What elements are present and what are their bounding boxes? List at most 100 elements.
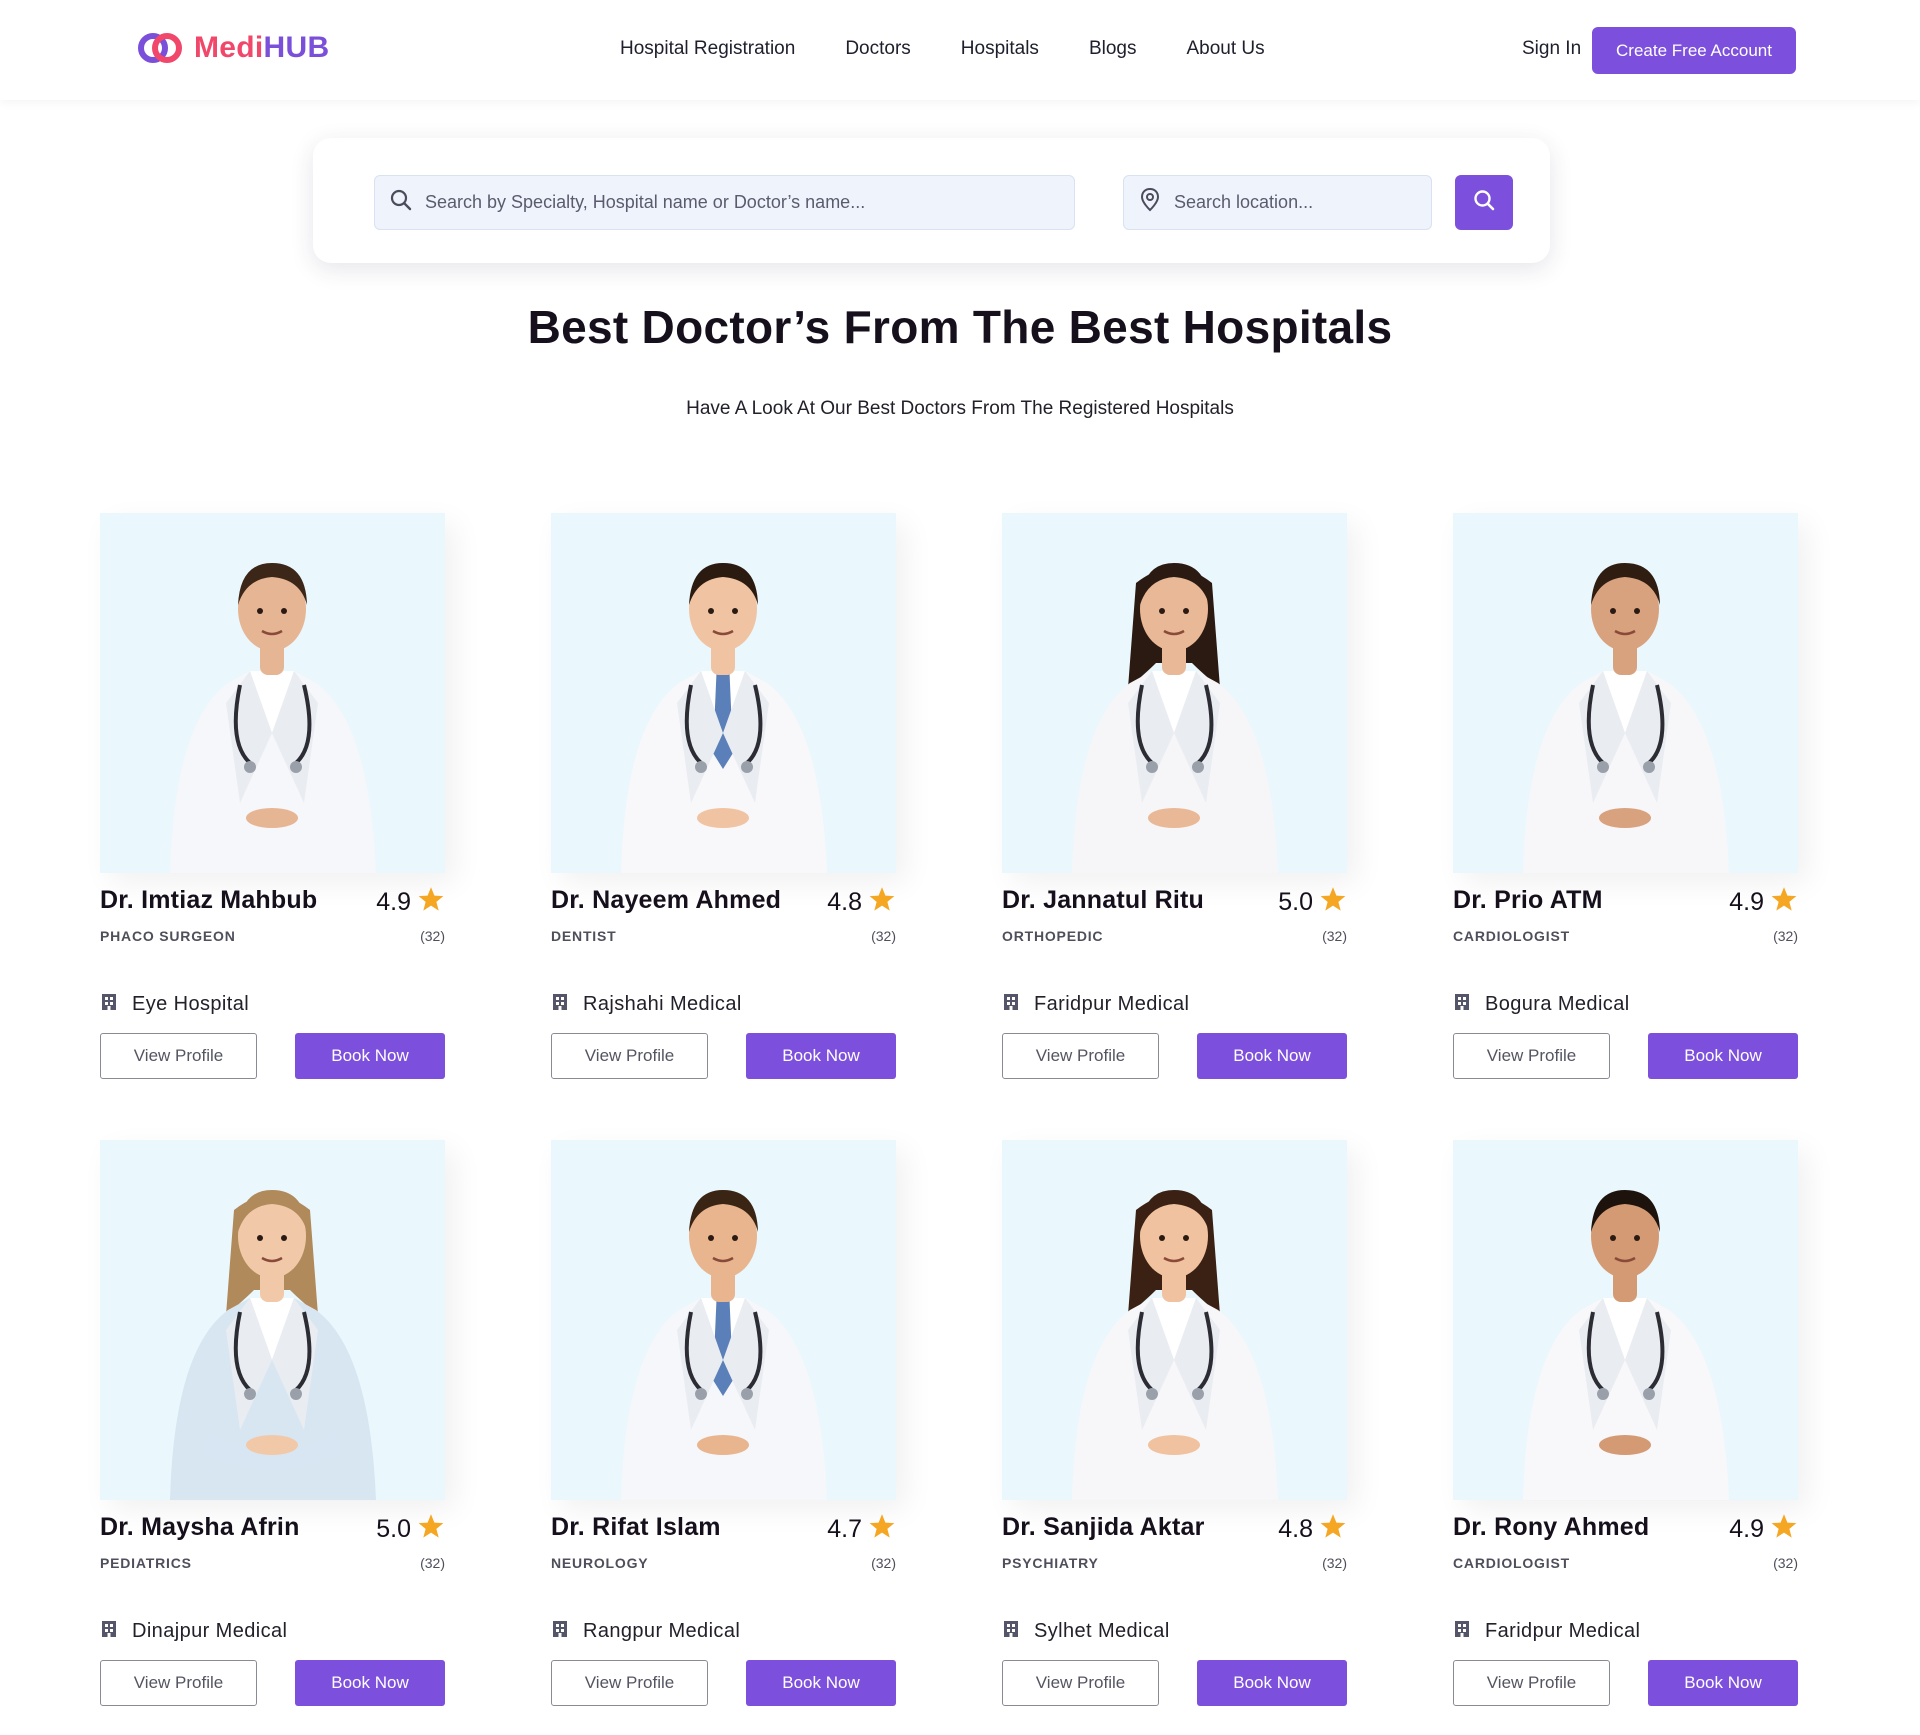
doctor-photo [551, 1140, 896, 1500]
nav-hospital-registration[interactable]: Hospital Registration [620, 38, 795, 60]
doctor-rating: 4.7 [827, 1513, 896, 1545]
doctor-specialty: Phaco Surgeon [100, 928, 236, 944]
hospital-name: Rajshahi Medical [583, 993, 742, 1015]
star-icon [417, 1513, 445, 1545]
doctor-name: Dr. Rony Ahmed [1453, 1513, 1650, 1541]
specialty-search-input[interactable]: Search by Specialty, Hospital name or Do… [374, 175, 1075, 230]
view-profile-button[interactable]: View Profile [1453, 1660, 1610, 1706]
doctor-specialty: Neurology [551, 1555, 649, 1571]
rating-value: 4.8 [827, 887, 862, 916]
nav-about-us[interactable]: About Us [1186, 38, 1264, 60]
doctor-hospital: Rajshahi Medical [551, 993, 742, 1016]
hospital-name: Rangpur Medical [583, 1620, 741, 1642]
doctor-specialty: Psychiatry [1002, 1555, 1099, 1571]
book-now-button[interactable]: Book Now [1648, 1033, 1798, 1079]
doctor-name: Dr. Jannatul Ritu [1002, 886, 1205, 914]
hospital-name: Faridpur Medical [1034, 993, 1190, 1015]
doctor-specialty: Dentist [551, 928, 617, 944]
doctor-hospital: Sylhet Medical [1002, 1620, 1170, 1643]
hospital-building-icon [100, 993, 118, 1016]
doctor-photo [1453, 513, 1798, 873]
view-profile-button[interactable]: View Profile [1002, 1033, 1159, 1079]
book-now-button[interactable]: Book Now [1648, 1660, 1798, 1706]
doctor-rating: 5.0 [376, 1513, 445, 1545]
rating-value: 4.7 [827, 1514, 862, 1543]
hospital-name: Bogura Medical [1485, 993, 1630, 1015]
hospital-building-icon [551, 993, 569, 1016]
doctor-photo [1002, 513, 1347, 873]
doctor-name: Dr. Maysha Afrin [100, 1513, 300, 1541]
book-now-button[interactable]: Book Now [1197, 1660, 1347, 1706]
view-profile-button[interactable]: View Profile [1002, 1660, 1159, 1706]
star-icon [1770, 1513, 1798, 1545]
rating-value: 4.9 [1729, 887, 1764, 916]
review-count: (32) [1322, 1555, 1347, 1571]
doctor-name: Dr. Nayeem Ahmed [551, 886, 782, 914]
book-now-button[interactable]: Book Now [295, 1660, 445, 1706]
view-profile-button[interactable]: View Profile [551, 1033, 708, 1079]
review-count: (32) [871, 928, 896, 944]
logo-icon [138, 30, 184, 66]
doctor-photo [551, 513, 896, 873]
location-search-placeholder: Search location... [1174, 192, 1314, 212]
hospital-building-icon [1453, 1620, 1471, 1643]
specialty-search-placeholder: Search by Specialty, Hospital name or Do… [425, 192, 866, 212]
section-title: Best Doctor’s From The Best Hospitals [527, 301, 1393, 353]
star-icon [868, 886, 896, 918]
review-count: (32) [871, 1555, 896, 1571]
doctor-rating: 4.9 [1729, 886, 1798, 918]
hospital-name: Eye Hospital [132, 993, 250, 1015]
rating-value: 4.9 [1729, 1514, 1764, 1543]
hospital-name: Dinajpur Medical [132, 1620, 288, 1642]
book-now-button[interactable]: Book Now [1197, 1033, 1347, 1079]
doctor-name: Dr. Imtiaz Mahbub [100, 886, 318, 914]
doctor-rating: 4.9 [376, 886, 445, 918]
view-profile-button[interactable]: View Profile [1453, 1033, 1610, 1079]
review-count: (32) [420, 928, 445, 944]
hospital-building-icon [551, 1620, 569, 1643]
nav-doctors[interactable]: Doctors [845, 38, 910, 60]
doctor-specialty: Pediatrics [100, 1555, 192, 1571]
rating-value: 4.9 [376, 887, 411, 916]
nav-blogs[interactable]: Blogs [1089, 38, 1137, 60]
doctor-specialty: Orthopedic [1002, 928, 1104, 944]
doctor-hospital: Eye Hospital [100, 993, 249, 1016]
star-icon [1770, 886, 1798, 918]
doctor-photo [1453, 1140, 1798, 1500]
main-nav: Hospital Registration Doctors Hospitals … [620, 38, 1265, 60]
star-icon [417, 886, 445, 918]
star-icon [868, 1513, 896, 1545]
hospital-building-icon [100, 1620, 118, 1643]
sign-in-link[interactable]: Sign In [1522, 38, 1581, 60]
doctor-photo [100, 513, 445, 873]
view-profile-button[interactable]: View Profile [100, 1033, 257, 1079]
review-count: (32) [1322, 928, 1347, 944]
doctor-rating: 4.8 [1278, 1513, 1347, 1545]
search-panel: Search by Specialty, Hospital name or Do… [313, 138, 1550, 263]
view-profile-button[interactable]: View Profile [100, 1660, 257, 1706]
location-search-input[interactable]: Search location... [1123, 175, 1432, 230]
book-now-button[interactable]: Book Now [746, 1660, 896, 1706]
doctor-name: Dr. Sanjida Aktar [1002, 1513, 1205, 1541]
doctor-photo [1002, 1140, 1347, 1500]
doctor-hospital: Dinajpur Medical [100, 1620, 287, 1643]
review-count: (32) [420, 1555, 445, 1571]
search-submit-button[interactable] [1455, 175, 1513, 230]
view-profile-button[interactable]: View Profile [551, 1660, 708, 1706]
book-now-button[interactable]: Book Now [295, 1033, 445, 1079]
review-count: (32) [1773, 928, 1798, 944]
doctor-rating: 4.9 [1729, 1513, 1798, 1545]
create-account-button[interactable]: Create Free Account [1592, 27, 1796, 74]
star-icon [1319, 1513, 1347, 1545]
doctor-hospital: Faridpur Medical [1002, 993, 1189, 1016]
rating-value: 5.0 [1278, 887, 1313, 916]
doctor-photo [100, 1140, 445, 1500]
book-now-button[interactable]: Book Now [746, 1033, 896, 1079]
location-pin-icon [1138, 187, 1162, 218]
hospital-name: Faridpur Medical [1485, 1620, 1641, 1642]
review-count: (32) [1773, 1555, 1798, 1571]
doctor-hospital: Faridpur Medical [1453, 1620, 1640, 1643]
doctor-hospital: Bogura Medical [1453, 993, 1630, 1016]
brand-logo[interactable]: MediHUB [138, 30, 329, 66]
nav-hospitals[interactable]: Hospitals [961, 38, 1039, 60]
